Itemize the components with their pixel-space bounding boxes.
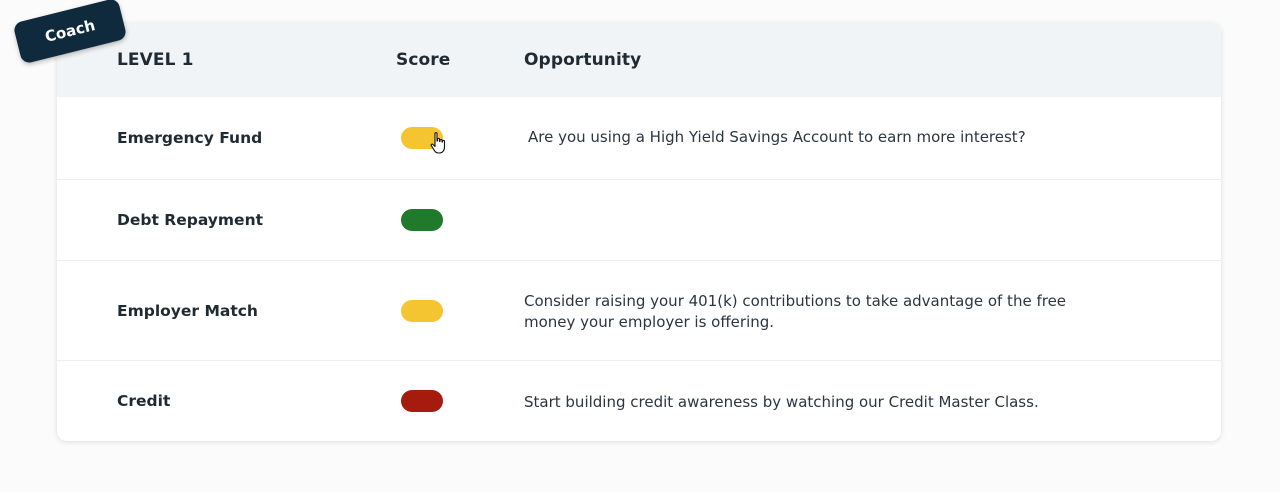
category-label: Emergency Fund [117, 129, 263, 147]
opportunity-header: Opportunity [524, 50, 642, 70]
hand-pointer-icon [430, 132, 446, 154]
opportunity-text: Consider raising your 401(k) contributio… [524, 292, 1067, 331]
category-label: Employer Match [117, 302, 258, 320]
score-indicator[interactable] [401, 209, 443, 231]
category-label: Credit [117, 392, 171, 410]
score-card: LEVEL 1 Score Opportunity Emergency Fund… [57, 23, 1221, 441]
level-header: LEVEL 1 [117, 50, 194, 70]
table-row: Employer Match Consider raising your 401… [57, 260, 1221, 361]
opportunity-text: Are you using a High Yield Savings Accou… [528, 128, 1026, 146]
table-row: Debt Repayment [57, 179, 1221, 261]
score-indicator[interactable] [401, 300, 443, 322]
opportunity-text: Start building credit awareness by watch… [524, 393, 1039, 411]
coach-badge-label: Coach [43, 16, 97, 46]
table-header: LEVEL 1 Score Opportunity [57, 23, 1221, 97]
category-label: Debt Repayment [117, 211, 264, 229]
table-row: Emergency Fund Are you using a High Yiel… [57, 97, 1221, 179]
score-indicator[interactable] [401, 390, 443, 412]
table-row: Credit Start building credit awareness b… [57, 360, 1221, 441]
score-header: Score [396, 50, 451, 70]
